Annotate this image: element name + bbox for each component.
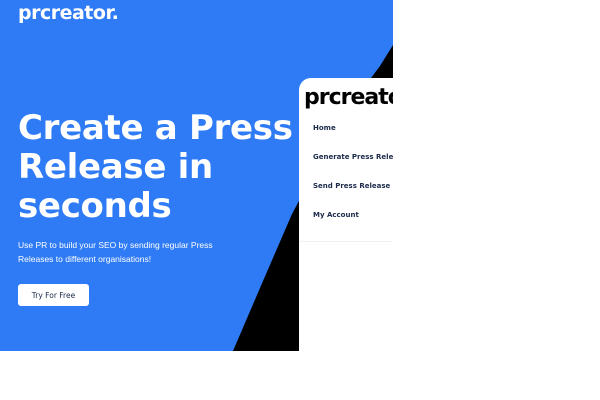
brand-logo[interactable]: prcreator.	[18, 2, 119, 24]
headline-line-2: Release in	[18, 147, 213, 187]
menu-item-generate-press-release[interactable]: Generate Press Release	[313, 153, 393, 161]
headline-line-3: seconds	[18, 186, 172, 226]
try-for-free-button[interactable]: Try For Free	[18, 284, 89, 306]
headline-line-1: Create a Press	[18, 108, 293, 148]
menu-logo[interactable]: prcreator	[304, 78, 393, 118]
hero-headline: Create a Press Release in seconds	[18, 109, 308, 226]
landing-page: prcreator. Create a Press Release in sec…	[0, 0, 600, 400]
menu-divider	[299, 241, 393, 242]
menu-item-my-account[interactable]: My Account	[313, 211, 359, 219]
mobile-menu-panel: prcreator Home Generate Press Release Se…	[299, 78, 393, 352]
hero-subtext: Use PR to build your SEO by sending regu…	[18, 240, 213, 264]
menu-item-home[interactable]: Home	[313, 124, 336, 132]
menu-item-send-press-release[interactable]: Send Press Release	[313, 182, 390, 190]
